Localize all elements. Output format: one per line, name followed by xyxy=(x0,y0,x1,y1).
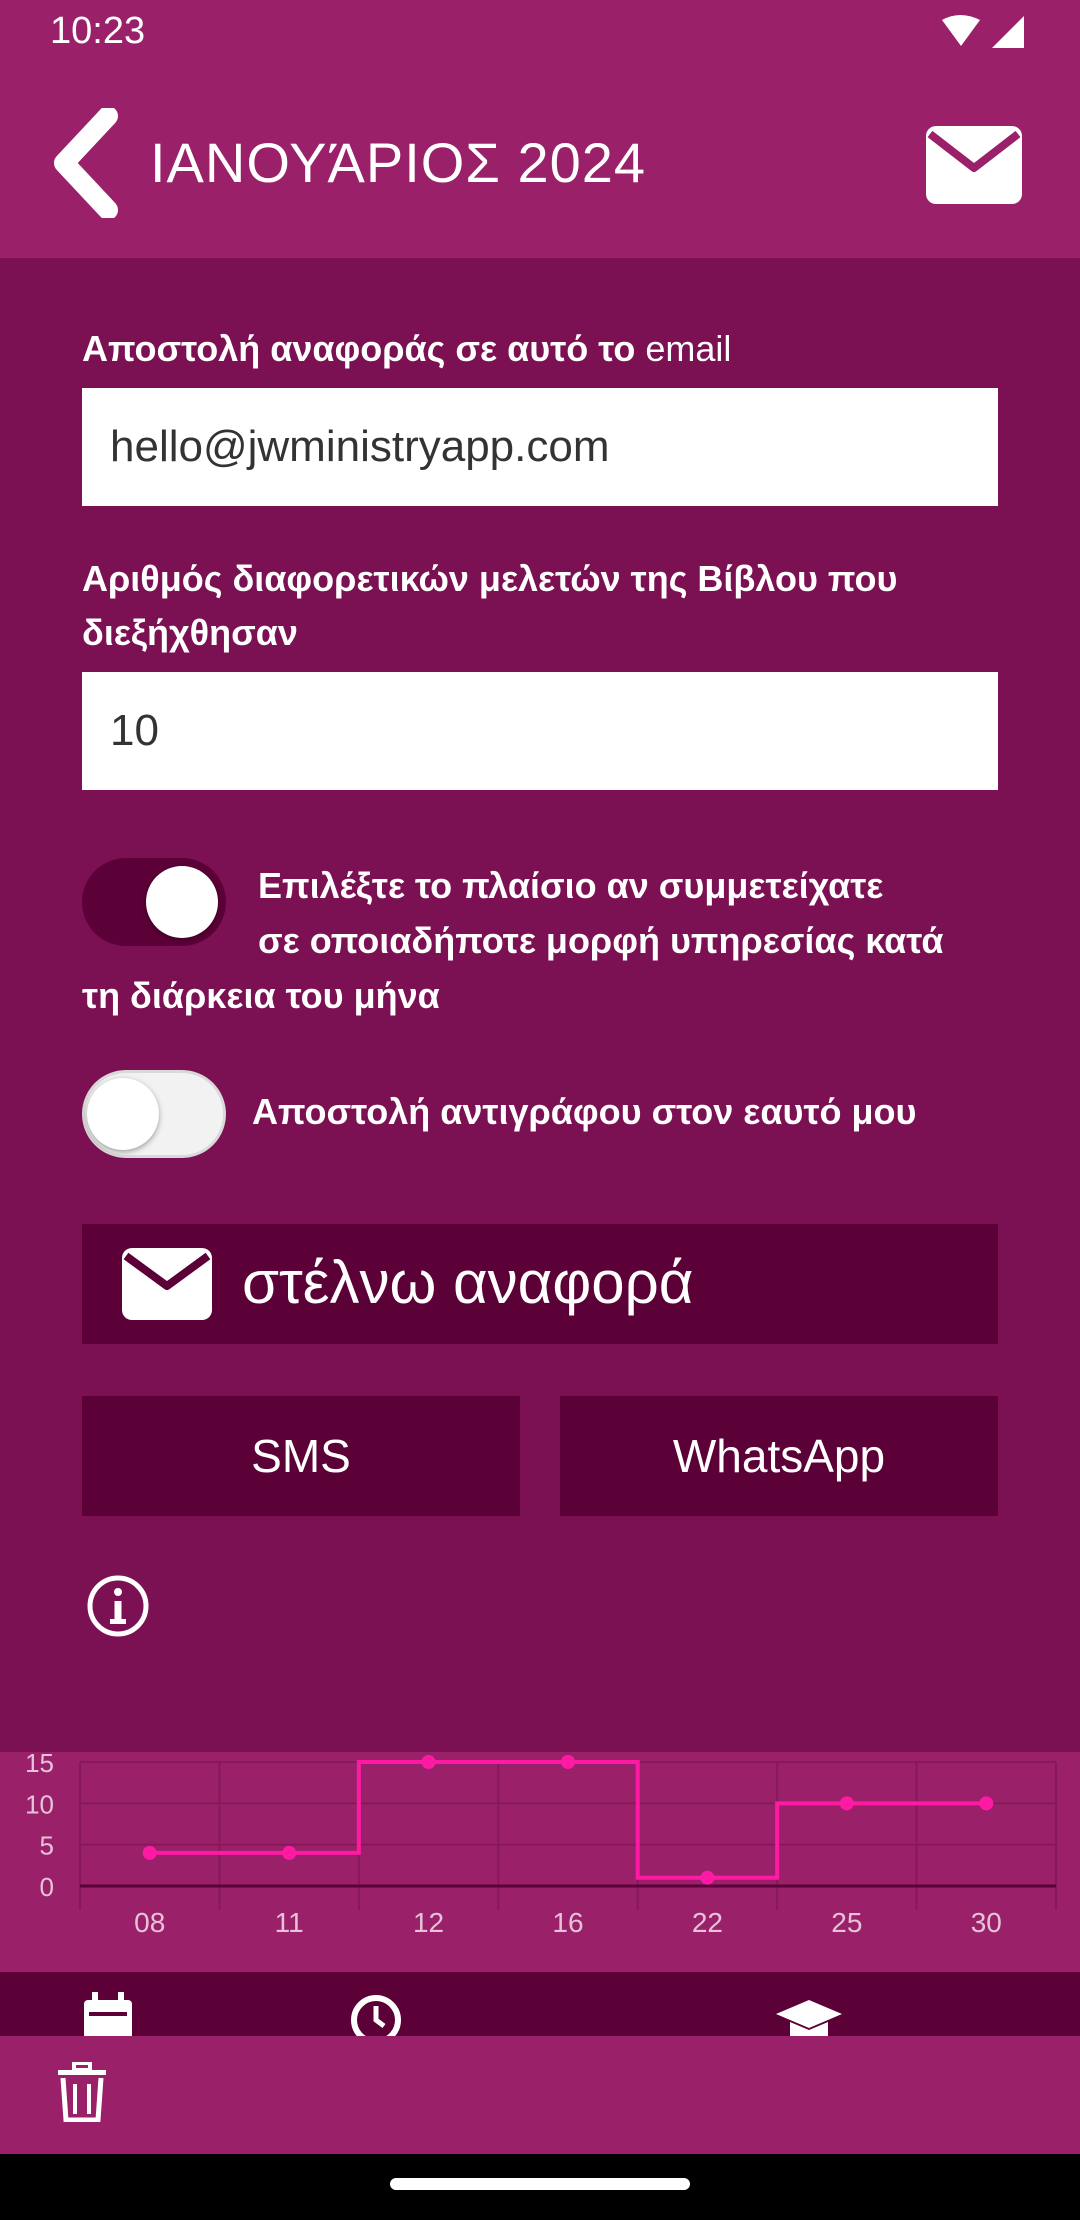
activity-chart: 0 5 10 15 08 11 12 16 22 25 30 xyxy=(0,1748,1080,1972)
whatsapp-label: WhatsApp xyxy=(672,1430,886,1482)
sms-button[interactable]: SMS xyxy=(82,1396,520,1516)
app-bar: ΙΑΝΟΥΆΡΙΟΣ 2024 xyxy=(0,68,1080,258)
toggle-knob xyxy=(87,1078,159,1150)
email-label-main: Αποστολή αναφοράς σε αυτό το xyxy=(82,328,636,369)
envelope-icon xyxy=(926,126,1022,204)
clock-icon[interactable] xyxy=(348,1992,404,2036)
calendar-icon[interactable] xyxy=(80,1992,136,2036)
status-bar: 10:23 xyxy=(0,0,1080,68)
email-report-button[interactable] xyxy=(926,126,1022,204)
copy-toggle[interactable] xyxy=(82,1070,226,1158)
page-title: ΙΑΝΟΥΆΡΙΟΣ 2024 xyxy=(150,130,646,195)
sms-label: SMS xyxy=(251,1430,351,1482)
y-tick-label: 0 xyxy=(40,1872,54,1902)
x-tick-label: 08 xyxy=(134,1907,165,1938)
x-tick-label: 16 xyxy=(552,1907,583,1938)
toggle-knob xyxy=(146,866,218,938)
send-report-button[interactable]: στέλνω αναφορά xyxy=(82,1224,998,1344)
service-toggle-label-line1: Επιλέξτε το πλαίσιο αν συμμετείχατε xyxy=(258,865,884,906)
data-point xyxy=(421,1755,436,1769)
title-year: 2024 xyxy=(517,131,647,194)
graduation-cap-icon[interactable] xyxy=(776,1992,842,2036)
signal-icon xyxy=(992,16,1024,48)
series-line xyxy=(149,1760,987,1880)
studies-label: Αριθμός διαφορετικών μελετών της Βίβλου … xyxy=(82,558,898,653)
y-tick-label: 5 xyxy=(40,1831,54,1861)
x-tick-label: 30 xyxy=(971,1907,1002,1938)
home-gesture-bar[interactable] xyxy=(390,2178,690,2190)
studies-value: 10 xyxy=(110,706,159,755)
y-tick-label: 10 xyxy=(25,1789,54,1819)
status-time: 10:23 xyxy=(50,10,146,52)
y-tick-label: 15 xyxy=(25,1752,54,1778)
x-tick-label: 25 xyxy=(831,1907,862,1938)
email-field[interactable]: hello@jwministryapp.com xyxy=(82,388,998,506)
trash-icon[interactable] xyxy=(56,2062,108,2122)
email-label: Αποστολή αναφοράς σε αυτό το email xyxy=(82,322,982,376)
x-tick-label: 12 xyxy=(413,1907,444,1938)
activity-chart-svg: 0 5 10 15 08 11 12 16 22 25 30 xyxy=(25,1748,1057,1938)
back-button[interactable] xyxy=(50,108,130,218)
status-icons xyxy=(942,15,1024,48)
envelope-icon xyxy=(122,1248,212,1320)
studies-field[interactable]: 10 xyxy=(82,672,998,790)
system-navigation-bar xyxy=(0,2154,1080,2220)
data-point xyxy=(142,1845,157,1860)
chevron-left-icon xyxy=(54,108,118,218)
info-icon[interactable] xyxy=(86,1574,150,1638)
data-point xyxy=(700,1870,715,1885)
email-label-tail: email xyxy=(645,328,732,369)
data-point xyxy=(839,1796,854,1811)
email-value: hello@jwministryapp.com xyxy=(110,422,610,471)
bottom-panel xyxy=(0,2036,1080,2154)
copy-toggle-label: Αποστολή αντιγράφου στον εαυτό μου xyxy=(252,1091,917,1132)
service-toggle-label-line2: σε οποιαδήποτε μορφή υπηρεσίας κατά xyxy=(258,920,944,961)
x-tick-label: 11 xyxy=(275,1907,304,1938)
tab-bar xyxy=(0,1972,1080,2036)
send-report-label: στέλνω αναφορά xyxy=(242,1249,694,1316)
data-point xyxy=(282,1845,297,1860)
service-toggle-label-line3: τη διάρκεια του μήνα xyxy=(82,975,440,1016)
whatsapp-button[interactable]: WhatsApp xyxy=(560,1396,998,1516)
title-month: ΙΑΝΟΥΆΡΙΟΣ xyxy=(150,131,501,194)
service-toggle[interactable] xyxy=(82,858,226,946)
wifi-icon xyxy=(942,15,980,46)
x-tick-label: 22 xyxy=(692,1907,723,1938)
data-point xyxy=(561,1755,575,1769)
data-point xyxy=(979,1796,994,1811)
